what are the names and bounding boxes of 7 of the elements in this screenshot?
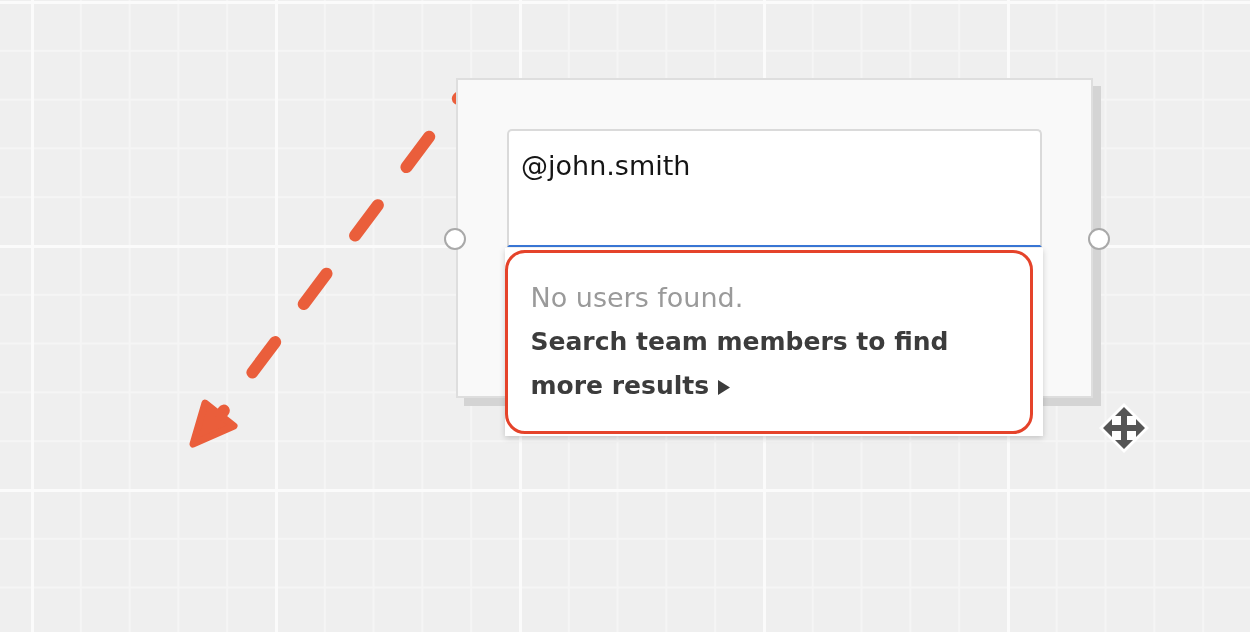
empty-message: No users found. — [530, 281, 744, 315]
resize-handle[interactable] — [444, 228, 466, 250]
resize-handle[interactable] — [1088, 228, 1110, 250]
search-link[interactable]: Search team members to find more results — [530, 320, 1005, 408]
mention-input-field[interactable]: @john.smith — [507, 129, 1042, 247]
move-cursor-icon — [1099, 403, 1149, 453]
caret-icon — [718, 380, 731, 395]
